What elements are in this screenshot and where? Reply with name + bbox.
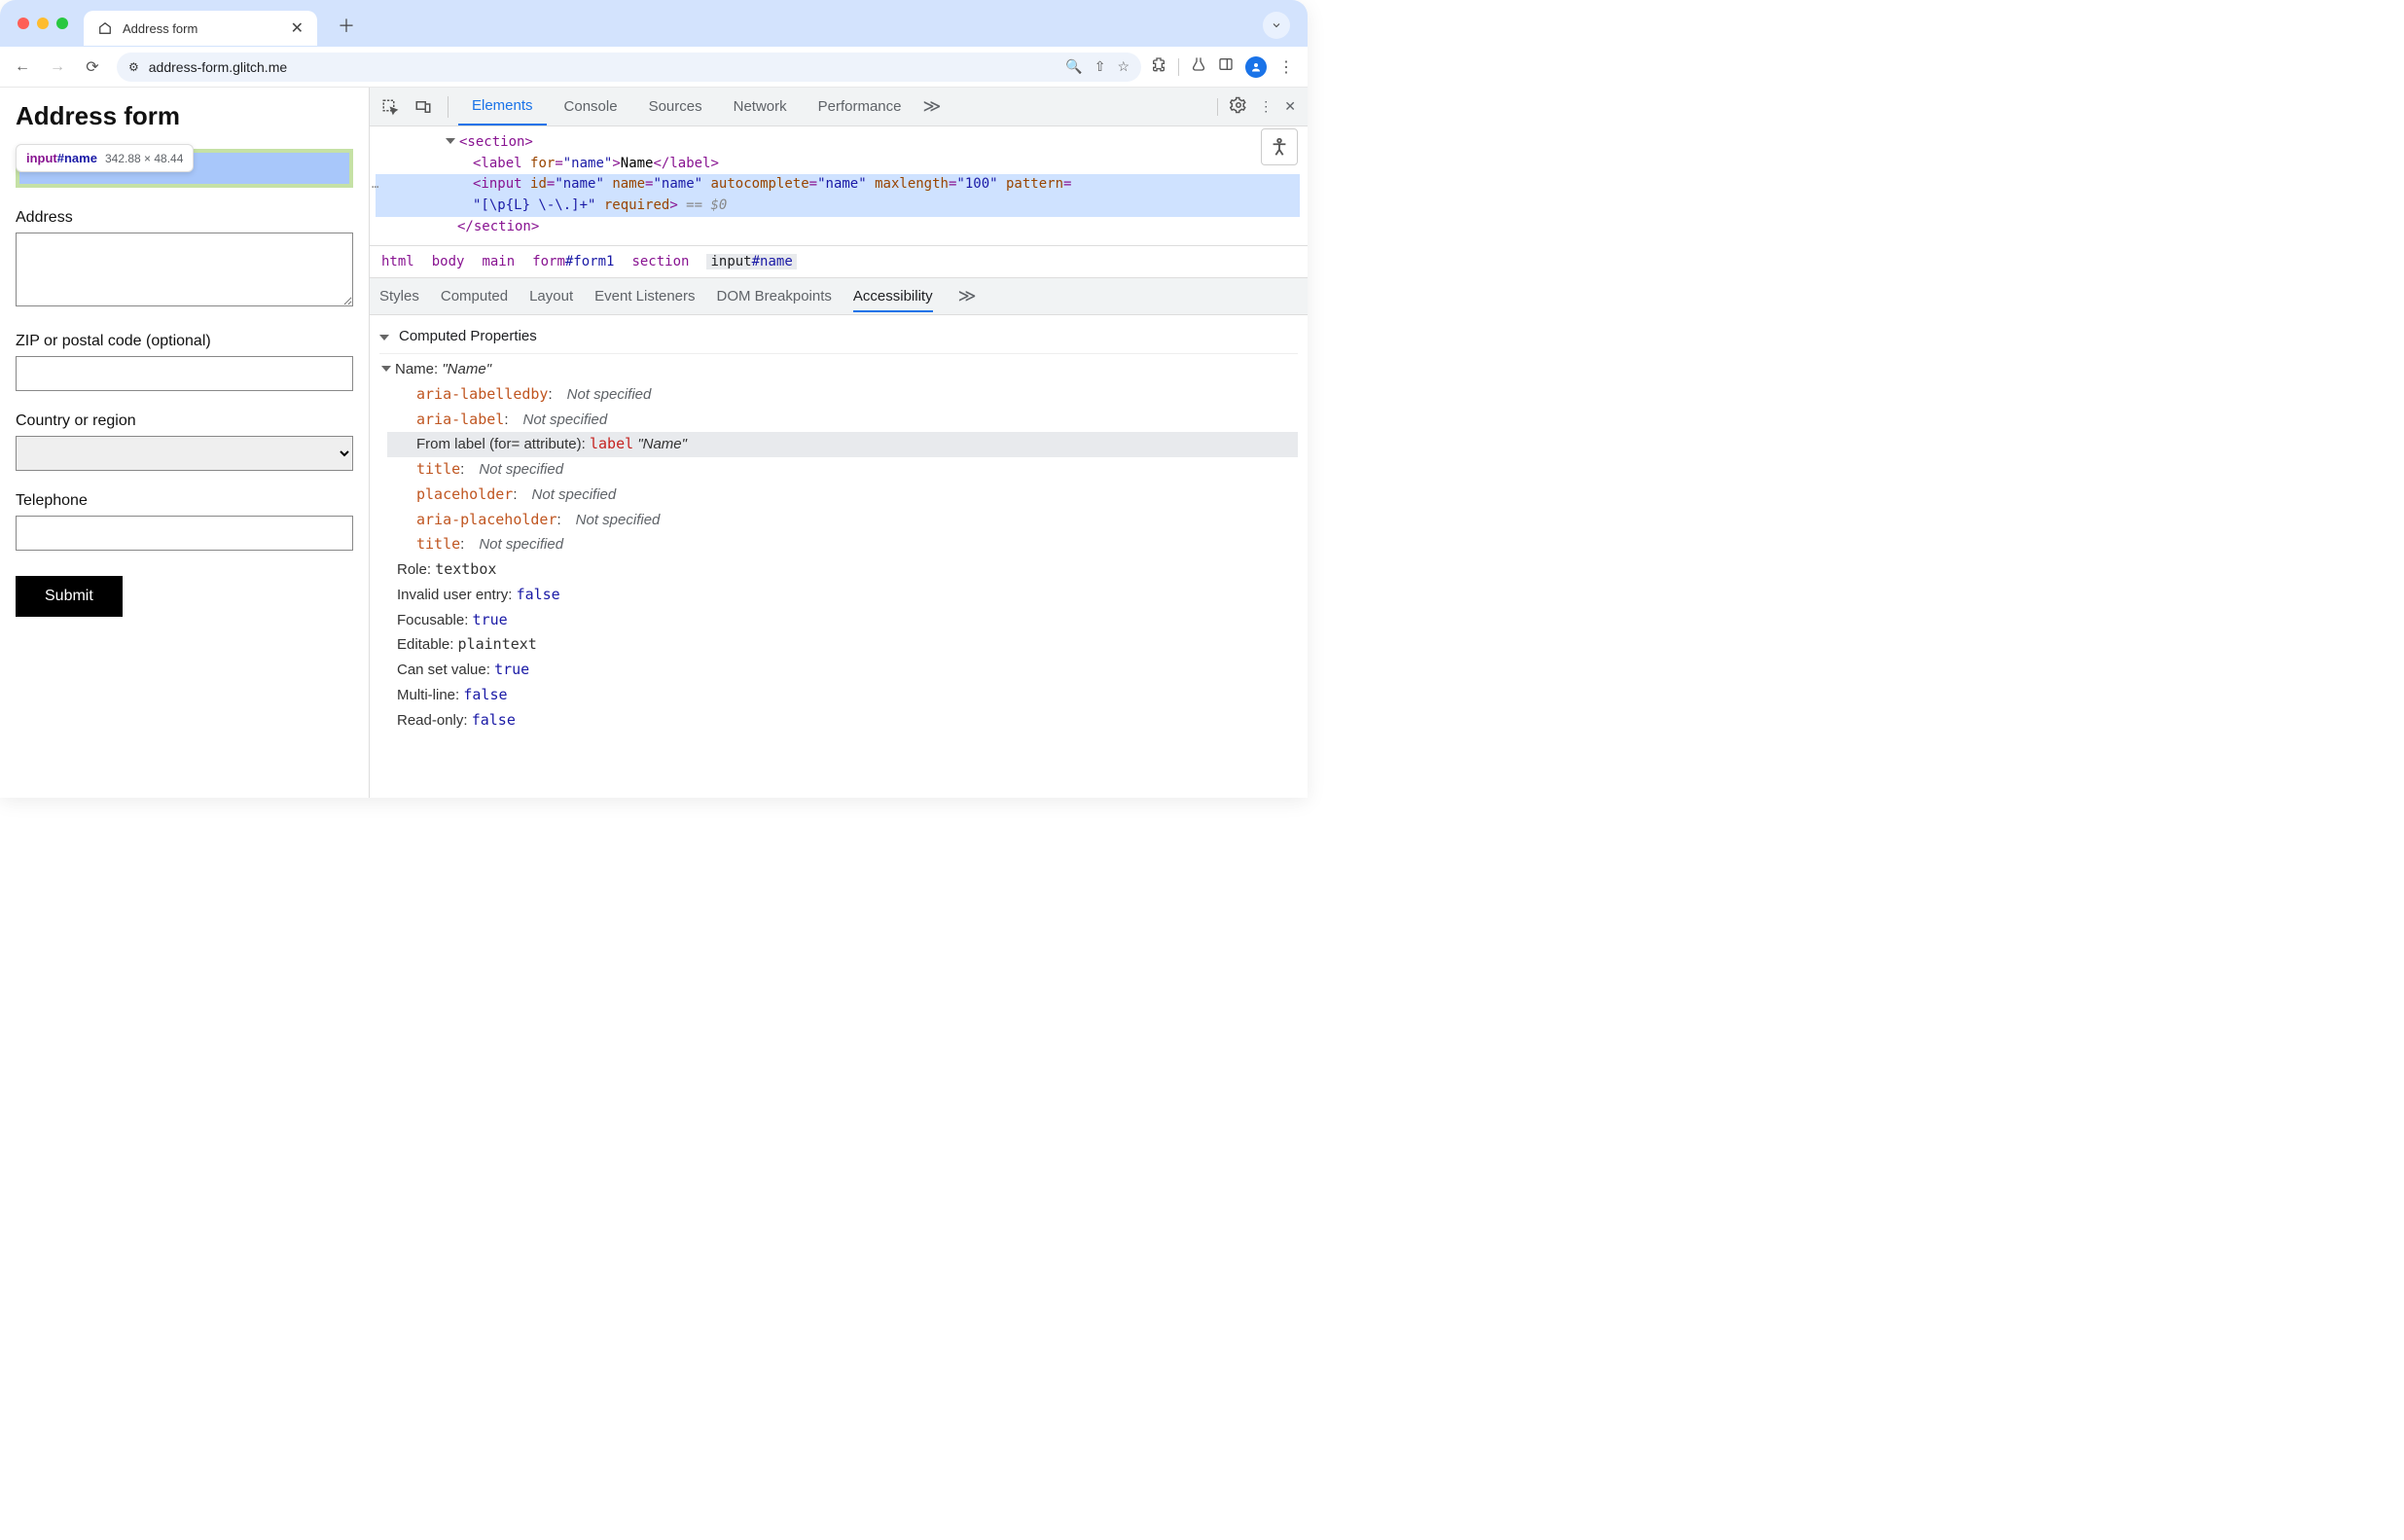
- breadcrumb-item[interactable]: input#name: [706, 254, 796, 269]
- accessibility-float-icon[interactable]: [1261, 128, 1298, 165]
- devtools: ElementsConsoleSourcesNetworkPerformance…: [370, 88, 1308, 798]
- tab-close-icon[interactable]: ✕: [291, 18, 304, 38]
- styles-subtabs: Styles Computed Layout Event Listeners DOM B…: [370, 278, 1308, 315]
- zip-label: ZIP or postal code (optional): [16, 333, 353, 350]
- url-text: address-form.glitch.me: [149, 59, 287, 75]
- acc-role-row: Invalid user entry: false: [397, 583, 1298, 608]
- acc-prop-row: aria-placeholder: Not specified: [397, 508, 1298, 533]
- selected-dom-node[interactable]: ⋯ <input id="name" name="name" autocompl…: [376, 174, 1300, 216]
- telephone-input[interactable]: [16, 516, 353, 551]
- acc-prop-row: title: Not specified: [397, 457, 1298, 483]
- new-tab-button[interactable]: ＋: [333, 12, 360, 39]
- devtools-tab-elements[interactable]: Elements: [458, 88, 547, 125]
- labs-icon[interactable]: [1191, 56, 1206, 77]
- acc-role-row: Multi-line: false: [397, 683, 1298, 708]
- country-select[interactable]: [16, 436, 353, 471]
- acc-prop-row: aria-labelledby: Not specified: [397, 382, 1298, 408]
- extensions-icon[interactable]: [1151, 56, 1166, 77]
- zip-input[interactable]: [16, 356, 353, 391]
- subtabs-overflow-icon[interactable]: ≫: [958, 286, 977, 306]
- address-bar[interactable]: ⚙ address-form.glitch.me 🔍 ⇧ ☆: [117, 53, 1141, 82]
- computed-properties-header[interactable]: Computed Properties: [379, 321, 1298, 354]
- device-toggle-icon[interactable]: [409, 92, 438, 122]
- submit-button[interactable]: Submit: [16, 576, 123, 617]
- subtab-computed[interactable]: Computed: [441, 288, 508, 304]
- toolbar: ← → ⟳ ⚙ address-form.glitch.me 🔍 ⇧ ☆: [0, 47, 1308, 88]
- back-button[interactable]: ←: [8, 53, 37, 82]
- telephone-label: Telephone: [16, 492, 353, 510]
- devtools-tab-sources[interactable]: Sources: [635, 88, 716, 125]
- acc-role-row: Read-only: false: [397, 708, 1298, 734]
- profile-avatar[interactable]: [1245, 56, 1267, 78]
- inspector-tooltip: input#name 342.88 × 48.44: [16, 144, 194, 172]
- acc-prop-row: title: Not specified: [397, 532, 1298, 557]
- devtools-tabs: ElementsConsoleSourcesNetworkPerformance…: [370, 88, 1308, 126]
- address-textarea[interactable]: [16, 233, 353, 306]
- menu-icon[interactable]: ⋮: [1278, 57, 1294, 77]
- tab-favicon-icon: [97, 20, 113, 36]
- breadcrumb-item[interactable]: body: [432, 254, 465, 269]
- content-area: Address form input#name 342.88 × 48.44 A…: [0, 88, 1308, 798]
- name-row: Name: "Name": [397, 358, 1298, 382]
- divider: [1178, 58, 1179, 76]
- breadcrumb-item[interactable]: form#form1: [532, 254, 614, 269]
- zoom-icon[interactable]: 🔍: [1065, 58, 1082, 75]
- subtab-dom-breakpoints[interactable]: DOM Breakpoints: [717, 288, 832, 304]
- sidepanel-icon[interactable]: [1218, 56, 1234, 77]
- acc-prop-row: placeholder: Not specified: [397, 483, 1298, 508]
- subtab-accessibility[interactable]: Accessibility: [853, 288, 933, 312]
- tabs-overflow-icon[interactable]: ≫: [923, 96, 942, 117]
- forward-button[interactable]: →: [43, 53, 72, 82]
- accessibility-panel: Computed Properties Name: "Name" aria-la…: [370, 315, 1308, 738]
- divider: [1217, 98, 1218, 116]
- divider: [448, 96, 449, 118]
- subtab-styles[interactable]: Styles: [379, 288, 419, 304]
- reload-button[interactable]: ⟳: [78, 53, 107, 82]
- close-window-icon[interactable]: [18, 18, 29, 29]
- acc-prop-row: aria-label: Not specified: [397, 408, 1298, 433]
- more-icon[interactable]: ⋮: [1259, 98, 1273, 115]
- tab-title: Address form: [123, 21, 197, 36]
- settings-icon[interactable]: [1230, 96, 1247, 117]
- address-label: Address: [16, 209, 353, 227]
- browser-tab[interactable]: Address form ✕: [84, 11, 317, 46]
- minimize-window-icon[interactable]: [37, 18, 49, 29]
- subtab-event-listeners[interactable]: Event Listeners: [594, 288, 695, 304]
- breadcrumb-item[interactable]: main: [482, 254, 515, 269]
- from-label-row: From label (for= attribute): label "Name…: [387, 432, 1298, 457]
- inspect-icon[interactable]: [376, 92, 405, 122]
- browser-window: Address form ✕ ＋ ← → ⟳ ⚙ address-form.gl…: [0, 0, 1308, 798]
- window-controls: [18, 18, 68, 29]
- devtools-tab-performance[interactable]: Performance: [805, 88, 915, 125]
- acc-role-row: Can set value: true: [397, 658, 1298, 683]
- acc-role-row: Role: textbox: [397, 557, 1298, 583]
- dom-breadcrumb[interactable]: html body main form#form1 section input#name: [370, 245, 1308, 278]
- bookmark-icon[interactable]: ☆: [1117, 58, 1130, 75]
- acc-role-row: Editable: plaintext: [397, 632, 1298, 658]
- close-devtools-icon[interactable]: ✕: [1284, 98, 1296, 115]
- country-label: Country or region: [16, 412, 353, 430]
- page-title: Address form: [16, 101, 353, 131]
- tab-overflow-button[interactable]: [1263, 12, 1290, 39]
- breadcrumb-item[interactable]: section: [631, 254, 689, 269]
- devtools-tab-network[interactable]: Network: [720, 88, 801, 125]
- line-menu-icon[interactable]: ⋯: [372, 178, 378, 197]
- breadcrumb-item[interactable]: html: [381, 254, 414, 269]
- dom-tree[interactable]: <section> <label for="name">Name</label>…: [370, 126, 1308, 245]
- share-icon[interactable]: ⇧: [1094, 58, 1106, 75]
- subtab-layout[interactable]: Layout: [529, 288, 573, 304]
- acc-role-row: Focusable: true: [397, 608, 1298, 633]
- site-settings-icon[interactable]: ⚙: [128, 60, 139, 74]
- rendered-page: Address form input#name 342.88 × 48.44 A…: [0, 88, 370, 798]
- devtools-tab-console[interactable]: Console: [551, 88, 631, 125]
- maximize-window-icon[interactable]: [56, 18, 68, 29]
- titlebar: Address form ✕ ＋: [0, 0, 1308, 47]
